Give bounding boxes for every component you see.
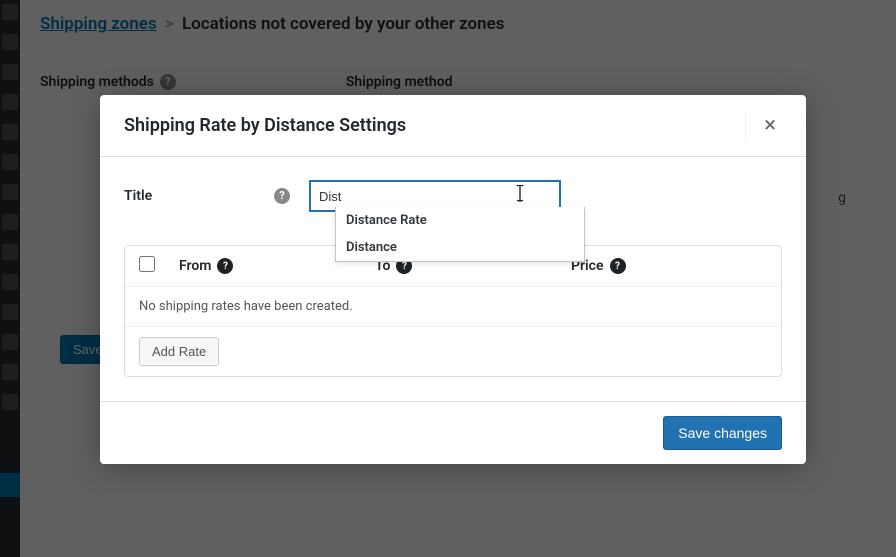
- add-rate-button[interactable]: Add Rate: [139, 337, 219, 366]
- settings-modal: Shipping Rate by Distance Settings × Tit…: [100, 95, 806, 464]
- autocomplete-option[interactable]: Distance: [336, 234, 584, 261]
- modal-title: Shipping Rate by Distance Settings: [124, 115, 406, 136]
- modal-header: Shipping Rate by Distance Settings ×: [100, 95, 806, 157]
- rates-table-footer: Add Rate: [125, 327, 781, 376]
- autocomplete-dropdown: Distance Rate Distance: [335, 207, 585, 262]
- modal-body: Title ? From ? To ? Price ?: [100, 157, 806, 401]
- rates-empty-message: No shipping rates have been created.: [125, 287, 781, 327]
- help-icon[interactable]: ?: [217, 258, 233, 274]
- select-all-checkbox[interactable]: [139, 256, 155, 272]
- title-label: Title ?: [124, 188, 290, 204]
- help-icon[interactable]: ?: [274, 188, 290, 204]
- save-button[interactable]: Save changes: [663, 416, 782, 450]
- rates-table: From ? To ? Price ? No shipping rates ha…: [124, 245, 782, 377]
- modal-footer: Save changes: [100, 401, 806, 464]
- autocomplete-option[interactable]: Distance Rate: [336, 207, 584, 234]
- help-icon[interactable]: ?: [610, 258, 626, 274]
- col-price: Price ?: [571, 258, 767, 274]
- close-icon[interactable]: ×: [745, 113, 782, 138]
